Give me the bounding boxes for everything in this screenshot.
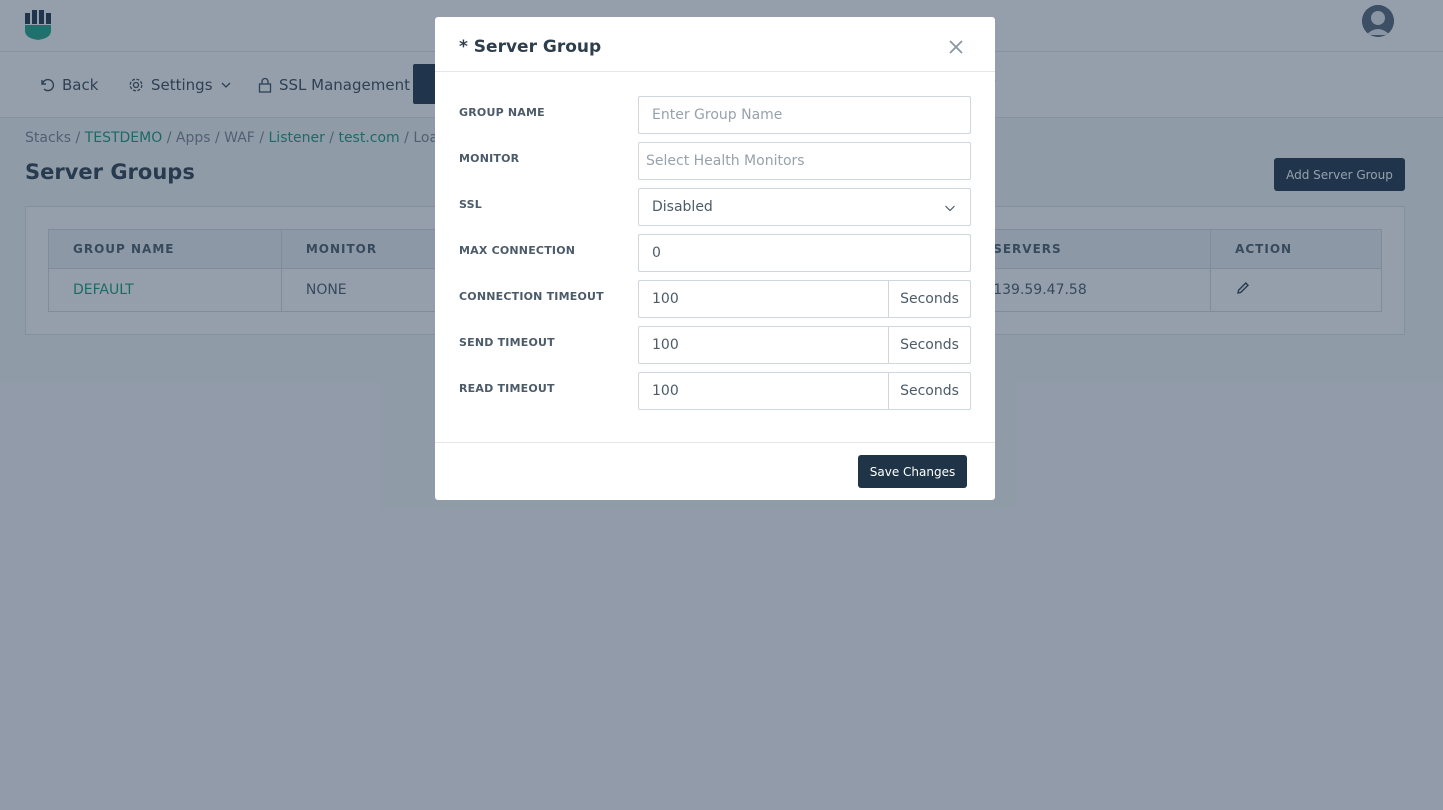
read-timeout-group: 100 Seconds bbox=[638, 372, 971, 410]
max-connection-label: MAX CONNECTION bbox=[459, 244, 576, 257]
send-timeout-label: SEND TIMEOUT bbox=[459, 336, 555, 349]
monitor-select[interactable]: Select Health Monitors bbox=[638, 142, 971, 180]
connection-timeout-label: CONNECTION TIMEOUT bbox=[459, 290, 604, 303]
read-timeout-input[interactable]: 100 bbox=[639, 373, 889, 409]
ssl-value: Disabled bbox=[652, 199, 713, 215]
monitor-label: MONITOR bbox=[459, 152, 520, 165]
ssl-label: SSL bbox=[459, 198, 482, 211]
modal-footer-divider bbox=[435, 442, 995, 443]
save-changes-button[interactable]: Save Changes bbox=[858, 455, 967, 488]
max-connection-input[interactable]: 0 bbox=[638, 234, 971, 272]
group-name-label: GROUP NAME bbox=[459, 106, 545, 119]
seconds-addon: Seconds bbox=[900, 383, 959, 399]
chevron-down-icon bbox=[945, 205, 955, 212]
close-icon[interactable] bbox=[946, 37, 966, 57]
connection-timeout-group: 100 Seconds bbox=[638, 280, 971, 318]
connection-timeout-input[interactable]: 100 bbox=[639, 281, 889, 317]
ssl-select[interactable]: Disabled bbox=[638, 188, 971, 226]
send-timeout-group: 100 Seconds bbox=[638, 326, 971, 364]
seconds-addon: Seconds bbox=[900, 337, 959, 353]
send-timeout-input[interactable]: 100 bbox=[639, 327, 889, 363]
server-group-modal: * Server Group GROUP NAME Enter Group Na… bbox=[435, 17, 995, 500]
group-name-input[interactable]: Enter Group Name bbox=[638, 96, 971, 134]
seconds-addon: Seconds bbox=[900, 291, 959, 307]
modal-header: * Server Group bbox=[435, 17, 995, 72]
read-timeout-label: READ TIMEOUT bbox=[459, 382, 555, 395]
modal-title: * Server Group bbox=[459, 37, 602, 57]
